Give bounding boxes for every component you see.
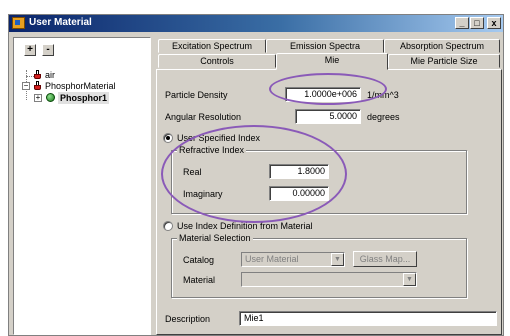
real-index-field[interactable]: 1.8000: [269, 164, 329, 179]
material-flask-icon: [34, 81, 41, 90]
refractive-index-group-title: Refractive Index: [177, 145, 247, 155]
particle-density-label: Particle Density: [165, 90, 228, 100]
tree-connector: [26, 76, 34, 77]
material-selection-group: [171, 238, 467, 298]
angular-resolution-field[interactable]: 5.0000: [295, 109, 361, 124]
description-field[interactable]: Mie1: [239, 311, 497, 326]
tab-emission-spectra[interactable]: Emission Spectra: [266, 39, 384, 53]
use-index-definition-radio[interactable]: [163, 221, 173, 231]
properties-panel: Excitation Spectrum Emission Spectra Abs…: [156, 37, 502, 335]
tree-connector: [26, 91, 27, 100]
catalog-select-value: User Material: [245, 254, 299, 264]
tab-mie[interactable]: Mie: [276, 53, 388, 70]
catalog-label: Catalog: [183, 255, 215, 265]
user-material-window: User Material _ □ x + - air − PhosphorMa…: [8, 14, 504, 336]
chevron-down-icon[interactable]: ▼: [331, 253, 344, 266]
material-select[interactable]: ▼: [241, 272, 417, 287]
phosphor-globe-icon: [46, 93, 55, 102]
material-label: Material: [183, 275, 216, 285]
app-icon: [12, 17, 25, 29]
tab-absorption-spectrum[interactable]: Absorption Spectrum: [384, 39, 500, 53]
refractive-index-group: [171, 150, 467, 214]
collapse-toggle-icon[interactable]: −: [22, 82, 30, 90]
material-flask-icon: [34, 70, 41, 79]
particle-density-field[interactable]: 1.0000e+006: [285, 87, 361, 102]
glass-map-button[interactable]: Glass Map...: [353, 251, 417, 267]
imaginary-label: Imaginary: [183, 189, 223, 199]
description-label: Description: [165, 314, 211, 324]
expand-all-button[interactable]: +: [24, 44, 36, 56]
title-bar[interactable]: User Material _ □ x: [9, 15, 503, 32]
user-specified-index-label: User Specified Index: [177, 133, 261, 143]
angular-resolution-label: Angular Resolution: [165, 112, 242, 122]
material-tree-panel: + - air − PhosphorMaterial + Phosphor1: [13, 37, 151, 335]
chevron-down-icon[interactable]: ▼: [403, 273, 416, 286]
user-specified-index-radio[interactable]: [163, 133, 173, 143]
maximize-button[interactable]: □: [470, 17, 484, 29]
window-title: User Material: [29, 17, 92, 28]
material-selection-group-title: Material Selection: [177, 233, 253, 243]
minimize-button[interactable]: _: [455, 17, 469, 29]
tab-mie-particle-size[interactable]: Mie Particle Size: [388, 54, 500, 68]
collapse-all-button[interactable]: -: [42, 44, 54, 56]
tree-item-label: Phosphor1: [58, 92, 110, 104]
imaginary-index-field[interactable]: 0.00000: [269, 186, 329, 201]
catalog-select[interactable]: User Material ▼: [241, 252, 345, 267]
tab-excitation-spectrum[interactable]: Excitation Spectrum: [158, 39, 266, 53]
tree-item-label: PhosphorMaterial: [45, 81, 116, 91]
close-button[interactable]: x: [487, 17, 501, 29]
particle-density-unit: 1/mm^3: [367, 90, 399, 100]
use-index-definition-label: Use Index Definition from Material: [177, 221, 313, 231]
real-label: Real: [183, 167, 202, 177]
expand-toggle-icon[interactable]: +: [34, 94, 42, 102]
angular-resolution-unit: degrees: [367, 112, 400, 122]
mie-tab-content: Particle Density 1.0000e+006 1/mm^3 Angu…: [156, 69, 502, 335]
tab-controls[interactable]: Controls: [158, 54, 276, 68]
